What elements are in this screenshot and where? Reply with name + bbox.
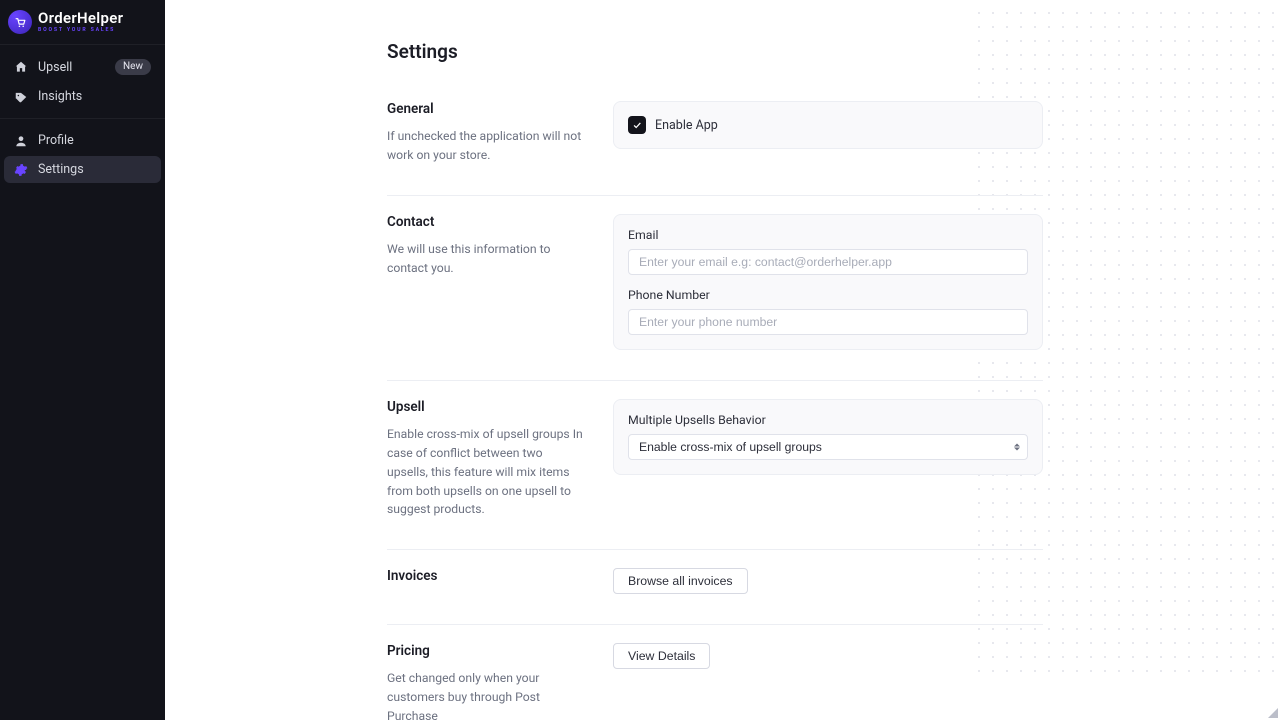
enable-app-label: Enable App <box>655 118 718 133</box>
enable-app-checkbox[interactable] <box>628 116 646 134</box>
section-heading: Upsell <box>387 399 585 415</box>
nav-group-account: Profile Settings <box>0 118 165 191</box>
upsell-card: Multiple Upsells Behavior Enable cross-m… <box>613 399 1043 475</box>
tag-icon <box>14 90 28 104</box>
nav-group-main: Upsell New Insights <box>0 45 165 118</box>
general-card: Enable App <box>613 101 1043 149</box>
main-content: Settings General If unchecked the applic… <box>165 0 1280 720</box>
section-heading: Pricing <box>387 643 585 659</box>
phone-label: Phone Number <box>628 289 1028 303</box>
section-invoices: Invoices Browse all invoices <box>387 550 1043 625</box>
sidebar-item-label: Insights <box>38 89 82 104</box>
section-desc: Get changed only when your customers buy… <box>387 669 585 720</box>
gear-icon <box>14 163 28 177</box>
browse-invoices-button[interactable]: Browse all invoices <box>613 568 748 594</box>
home-icon <box>14 60 28 74</box>
page-title: Settings <box>387 40 1043 63</box>
sidebar: OrderHelper BOOST YOUR SALES Upsell New … <box>0 0 165 720</box>
brand-tagline: BOOST YOUR SALES <box>38 28 123 33</box>
upsell-behavior-select[interactable]: Enable cross-mix of upsell groups <box>628 434 1028 460</box>
contact-card: Email Phone Number <box>613 214 1043 350</box>
email-label: Email <box>628 229 1028 243</box>
section-pricing: Pricing Get changed only when your custo… <box>387 625 1043 720</box>
section-heading: Contact <box>387 214 585 230</box>
view-pricing-button[interactable]: View Details <box>613 643 710 669</box>
section-contact: Contact We will use this information to … <box>387 196 1043 381</box>
section-heading: Invoices <box>387 568 585 584</box>
section-desc: Enable cross-mix of upsell groups In cas… <box>387 425 585 520</box>
resize-handle-icon <box>1268 708 1278 718</box>
sidebar-item-upsell[interactable]: Upsell New <box>4 53 161 81</box>
phone-input[interactable] <box>628 309 1028 335</box>
brand-logo: OrderHelper BOOST YOUR SALES <box>0 0 165 45</box>
sidebar-item-profile[interactable]: Profile <box>4 127 161 154</box>
section-general: General If unchecked the application wil… <box>387 83 1043 196</box>
section-upsell: Upsell Enable cross-mix of upsell groups… <box>387 381 1043 551</box>
section-desc: We will use this information to contact … <box>387 240 585 278</box>
sidebar-item-label: Upsell <box>38 60 72 75</box>
email-input[interactable] <box>628 249 1028 275</box>
sidebar-item-label: Profile <box>38 133 74 148</box>
section-desc: If unchecked the application will not wo… <box>387 127 585 165</box>
sidebar-item-settings[interactable]: Settings <box>4 156 161 183</box>
user-icon <box>14 134 28 148</box>
brand-name: OrderHelper <box>38 11 123 26</box>
cart-icon <box>8 10 32 34</box>
section-heading: General <box>387 101 585 117</box>
sidebar-item-insights[interactable]: Insights <box>4 83 161 110</box>
new-badge: New <box>115 59 151 75</box>
upsell-select-label: Multiple Upsells Behavior <box>628 414 1028 428</box>
sidebar-item-label: Settings <box>38 162 84 177</box>
